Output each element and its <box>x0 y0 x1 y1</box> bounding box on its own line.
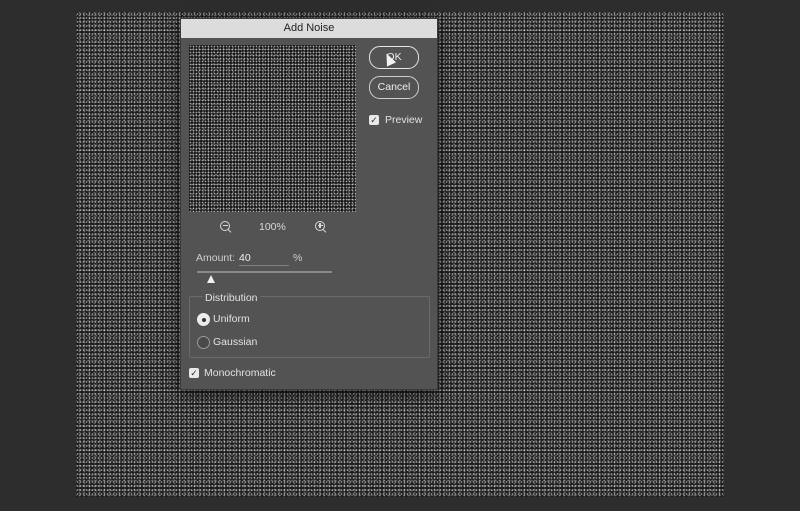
photoshop-workspace: Add Noise OK Cancel ✓ Preview 100% Amoun… <box>0 0 800 511</box>
filter-preview[interactable] <box>189 45 356 212</box>
monochromatic-checkbox[interactable]: ✓ <box>189 368 199 378</box>
distribution-group <box>189 296 430 358</box>
uniform-radio[interactable] <box>197 313 210 326</box>
gaussian-label: Gaussian <box>213 336 258 348</box>
dialog-title: Add Noise <box>181 19 437 38</box>
preview-checkbox[interactable]: ✓ <box>369 115 379 125</box>
amount-slider[interactable] <box>197 271 332 273</box>
monochromatic-label: Monochromatic <box>204 367 276 379</box>
zoom-in-icon[interactable] <box>315 221 325 231</box>
amount-slider-thumb[interactable] <box>206 275 215 283</box>
distribution-label: Distribution <box>203 292 260 304</box>
amount-input[interactable]: 40 <box>239 251 289 266</box>
gaussian-radio[interactable] <box>197 336 210 349</box>
cancel-button[interactable]: Cancel <box>369 76 419 99</box>
amount-label: Amount: <box>196 252 236 264</box>
preview-label: Preview <box>385 114 423 126</box>
zoom-level: 100% <box>259 221 286 233</box>
uniform-label: Uniform <box>213 313 250 325</box>
zoom-out-icon[interactable] <box>220 221 230 231</box>
add-noise-dialog: Add Noise OK Cancel ✓ Preview 100% Amoun… <box>180 18 438 390</box>
amount-unit: % <box>293 252 303 264</box>
